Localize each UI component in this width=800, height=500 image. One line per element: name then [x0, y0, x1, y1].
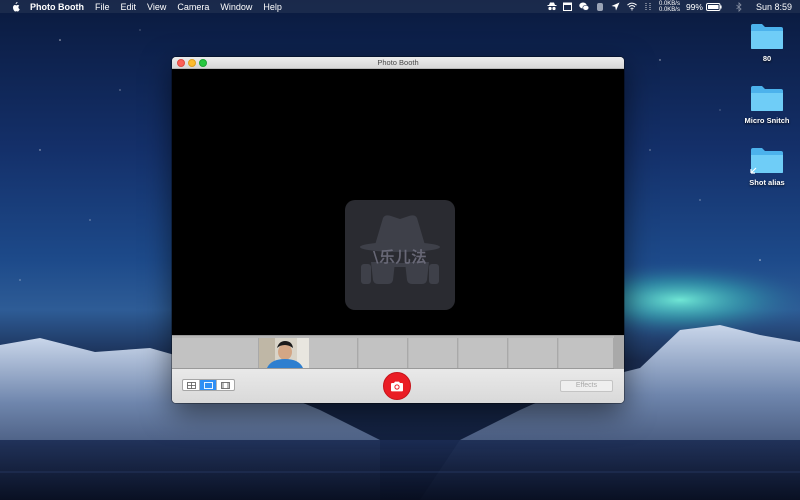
folder-icon	[751, 86, 783, 111]
network-download: 0.0KB/s	[658, 6, 680, 13]
menu-bar: Photo Booth File Edit View Camera Window…	[0, 0, 800, 13]
app-status-icon[interactable]	[595, 2, 605, 12]
wifi-icon[interactable]	[627, 2, 637, 12]
network-speed[interactable]: 0.0KB/s 0.0KB/s	[659, 1, 680, 13]
film-slot	[172, 338, 259, 368]
battery-percent[interactable]: 99%	[686, 2, 703, 12]
calendar-status-icon[interactable]	[563, 2, 573, 12]
film-slot	[559, 338, 614, 368]
desktop-item-label: Shot alias	[749, 178, 785, 187]
single-photo-mode-button[interactable]	[200, 380, 217, 390]
four-up-icon	[186, 381, 196, 389]
menu-file[interactable]: File	[95, 2, 110, 12]
video-mode-button[interactable]	[217, 380, 234, 390]
menu-extras: 0.0KB/s 0.0KB/s 99% Sun 8:59	[547, 0, 800, 13]
sync-icon[interactable]	[643, 2, 653, 12]
menu-app-name[interactable]: Photo Booth	[30, 2, 84, 12]
desktop-item-label: Micro Snitch	[744, 116, 790, 125]
location-arrow-icon[interactable]	[611, 2, 621, 12]
film-slot	[359, 338, 408, 368]
view-mode-segmented-control	[182, 379, 235, 391]
menu-clock[interactable]: Sun 8:59	[756, 2, 792, 12]
film-slot	[509, 338, 558, 368]
window-titlebar[interactable]: Photo Booth	[172, 57, 624, 69]
camera-preview: \乐儿法	[172, 69, 624, 335]
desktop-folder-80[interactable]: 80	[732, 22, 800, 63]
effects-button[interactable]: Effects	[560, 380, 613, 392]
apple-logo-icon[interactable]	[11, 1, 21, 12]
four-up-mode-button[interactable]	[183, 380, 200, 390]
wechat-icon[interactable]	[579, 2, 589, 12]
camera-icon	[391, 381, 403, 391]
photo-filmstrip[interactable]	[172, 335, 624, 370]
film-slot	[459, 338, 508, 368]
menu-edit[interactable]: Edit	[121, 2, 137, 12]
desktop-folder-shot-alias[interactable]: Shot alias	[732, 146, 800, 187]
menu-camera[interactable]: Camera	[177, 2, 209, 12]
photo-thumbnail-person	[259, 338, 309, 368]
film-slot	[309, 338, 358, 368]
battery-icon[interactable]	[705, 2, 722, 12]
menu-window[interactable]: Window	[220, 2, 252, 12]
incognito-status-icon[interactable]	[547, 2, 557, 12]
window-toolbar: Effects	[172, 369, 624, 403]
watermark-text: \乐儿法	[373, 248, 428, 266]
film-slot	[409, 338, 458, 368]
menu-view[interactable]: View	[147, 2, 166, 12]
take-photo-button[interactable]	[383, 372, 411, 400]
window-title: Photo Booth	[377, 58, 419, 67]
folder-icon	[751, 24, 783, 49]
folder-alias-icon	[750, 148, 783, 174]
photo-thumbnail[interactable]	[259, 338, 309, 368]
network-upload: 0.0KB/s	[658, 0, 680, 7]
photo-booth-window: Photo Booth \乐儿法 Effects	[172, 57, 624, 403]
desktop-folder-micro-snitch[interactable]: Micro Snitch	[732, 84, 800, 125]
filmstrip-scrollbar[interactable]	[614, 336, 624, 370]
desktop-item-label: 80	[762, 54, 772, 63]
video-clip-icon	[221, 381, 230, 389]
bluetooth-icon[interactable]	[734, 1, 744, 12]
menu-help[interactable]: Help	[263, 2, 282, 12]
camera-privacy-indicator: \乐儿法	[345, 200, 455, 310]
single-photo-icon	[203, 381, 213, 389]
